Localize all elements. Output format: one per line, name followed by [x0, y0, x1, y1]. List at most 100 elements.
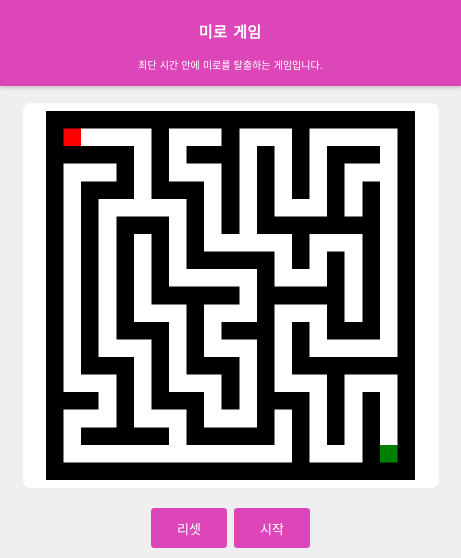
- maze-wall: [397, 163, 415, 182]
- maze-wall: [133, 216, 152, 234]
- maze-wall: [186, 357, 205, 375]
- maze-wall: [116, 111, 134, 129]
- reset-button[interactable]: 리셋: [151, 508, 227, 548]
- maze-wall: [362, 321, 380, 340]
- maze-wall: [309, 357, 328, 375]
- maze-wall: [379, 357, 398, 375]
- maze-wall: [169, 181, 187, 199]
- maze-wall: [221, 181, 240, 199]
- maze-wall: [63, 146, 82, 164]
- maze-wall: [186, 216, 205, 234]
- maze-wall: [116, 462, 134, 480]
- maze-wall: [292, 128, 310, 147]
- start-button[interactable]: 시작: [234, 508, 310, 548]
- maze-wall: [151, 216, 169, 234]
- maze-wall: [151, 321, 169, 340]
- maze-wall: [256, 216, 275, 234]
- maze-wall: [46, 357, 64, 375]
- maze-wall: [309, 111, 328, 129]
- maze-wall: [98, 357, 117, 375]
- maze-wall: [63, 111, 82, 129]
- maze-wall: [81, 216, 99, 234]
- maze-wall: [292, 234, 310, 252]
- maze-wall: [274, 216, 292, 234]
- maze-wall: [133, 111, 152, 129]
- maze-wall: [186, 339, 205, 357]
- maze-wall: [256, 286, 275, 305]
- maze-wall: [81, 304, 99, 322]
- maze-wall: [186, 462, 205, 480]
- maze-wall: [116, 251, 134, 270]
- maze-wall: [81, 269, 99, 287]
- maze-wall: [186, 234, 205, 252]
- maze-wall: [292, 251, 310, 270]
- maze-wall: [256, 111, 275, 129]
- maze-wall: [46, 198, 64, 217]
- maze-wall: [292, 409, 310, 428]
- maze-wall: [63, 462, 82, 480]
- maze-wall: [362, 286, 380, 305]
- maze-wall: [186, 321, 205, 340]
- goal-marker: [379, 444, 398, 463]
- maze-wall: [221, 392, 240, 410]
- page-subtitle: 최단 시간 안에 미로를 탈출하는 게임입니다.: [138, 61, 323, 72]
- maze-wall: [327, 286, 345, 305]
- maze-wall: [292, 216, 310, 234]
- maze-wall: [327, 392, 345, 410]
- maze-wall: [256, 251, 275, 270]
- maze-wall: [186, 181, 205, 199]
- maze-wall: [169, 111, 187, 129]
- maze-wall: [98, 181, 117, 199]
- maze-wall: [397, 321, 415, 340]
- maze-wall: [362, 462, 380, 480]
- maze-wall: [397, 269, 415, 287]
- maze-wall: [256, 181, 275, 199]
- maze-wall: [292, 339, 310, 357]
- maze-wall: [344, 146, 363, 164]
- maze-wall: [169, 286, 187, 305]
- maze-wall: [221, 286, 240, 305]
- maze-wall: [344, 357, 363, 375]
- maze-wall: [221, 321, 240, 340]
- maze-wall: [186, 304, 205, 322]
- maze-wall: [379, 111, 398, 129]
- maze-wall: [46, 216, 64, 234]
- maze-wall: [98, 111, 117, 129]
- maze-wall: [309, 462, 328, 480]
- maze-wall: [133, 321, 152, 340]
- maze-wall: [204, 251, 222, 270]
- maze-wall: [116, 286, 134, 305]
- maze-wall: [362, 251, 380, 270]
- maze-wall: [46, 251, 64, 270]
- maze-wall: [397, 251, 415, 270]
- maze-wall: [81, 286, 99, 305]
- maze-wall: [397, 444, 415, 463]
- maze-wall: [362, 269, 380, 287]
- maze-wall: [327, 427, 345, 445]
- maze-wall: [327, 251, 345, 270]
- maze-wall: [256, 392, 275, 410]
- maze-wall: [292, 462, 310, 480]
- maze-wall: [327, 374, 345, 393]
- maze-wall: [344, 462, 363, 480]
- maze-wall: [46, 427, 64, 445]
- maze-wall: [397, 198, 415, 217]
- maze-wall: [98, 462, 117, 480]
- maze-wall: [221, 163, 240, 182]
- maze-wall: [116, 216, 134, 234]
- maze-wall: [362, 427, 380, 445]
- maze-wall: [46, 339, 64, 357]
- maze-wall: [46, 286, 64, 305]
- maze-wall: [221, 251, 240, 270]
- maze-wall: [397, 216, 415, 234]
- maze-wall: [46, 462, 64, 480]
- maze-wall: [116, 146, 134, 164]
- maze-wall: [151, 357, 169, 375]
- maze-wall: [221, 462, 240, 480]
- maze-wall: [397, 427, 415, 445]
- maze-wall: [81, 251, 99, 270]
- maze-wall: [397, 128, 415, 147]
- maze-wall: [98, 427, 117, 445]
- maze-wall: [292, 321, 310, 340]
- maze-board[interactable]: [46, 111, 415, 480]
